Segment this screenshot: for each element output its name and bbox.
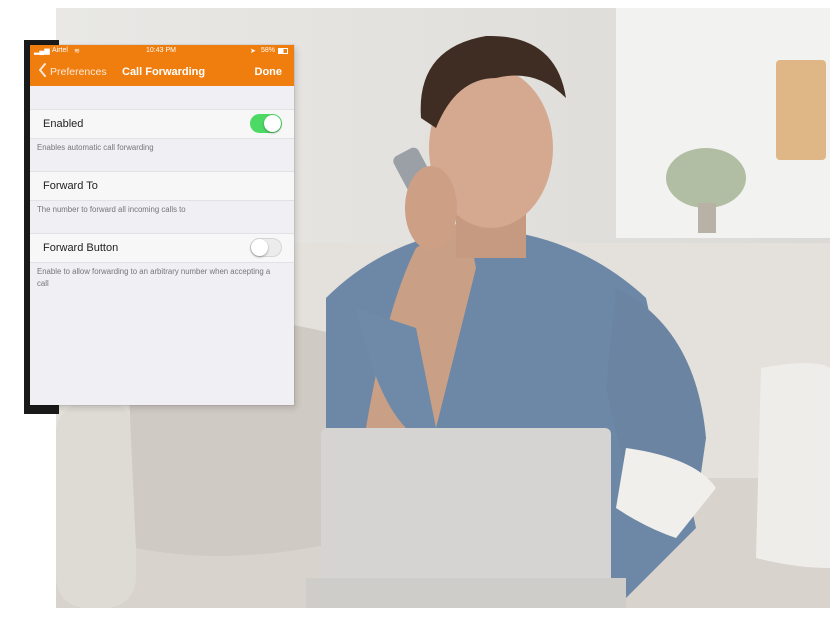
done-button[interactable]: Done xyxy=(255,66,283,78)
setting-label: Enabled xyxy=(43,118,84,130)
toggle-knob xyxy=(264,115,281,132)
setting-description: Enables automatic call forwarding xyxy=(37,143,154,152)
setting-row-forward-to[interactable]: Forward To xyxy=(30,171,294,201)
page-title: Call Forwarding xyxy=(122,66,206,78)
setting-description: The number to forward all incoming calls… xyxy=(37,205,186,214)
carrier-label: Airtel xyxy=(52,47,68,54)
status-time: 10:43 PM xyxy=(146,47,176,54)
phone-screenshot: ▂▄▆ Airtel ≋ 10:43 PM ➤ 58% Preferences … xyxy=(30,45,294,405)
location-icon: ➤ xyxy=(250,48,256,55)
chevron-left-icon[interactable] xyxy=(38,63,47,77)
navigation-bar: Preferences Call Forwarding Done xyxy=(30,58,294,86)
setting-row-forward-button: Forward Button xyxy=(30,233,294,263)
setting-label: Forward Button xyxy=(43,242,119,254)
battery-label: 58% xyxy=(261,47,276,54)
wifi-icon: ≋ xyxy=(74,48,80,55)
setting-description: Enable to allow forwarding to an arbitra… xyxy=(37,267,271,288)
signal-icon: ▂▄▆ xyxy=(34,48,50,55)
enabled-toggle[interactable] xyxy=(250,114,282,133)
setting-label: Forward To xyxy=(43,180,98,192)
back-button[interactable]: Preferences xyxy=(50,66,107,78)
forward-button-toggle[interactable] xyxy=(250,238,282,257)
setting-row-enabled: Enabled xyxy=(30,109,294,139)
status-bar: ▂▄▆ Airtel ≋ 10:43 PM ➤ 58% xyxy=(30,45,294,58)
battery-icon xyxy=(278,48,288,54)
toggle-knob xyxy=(251,239,268,256)
